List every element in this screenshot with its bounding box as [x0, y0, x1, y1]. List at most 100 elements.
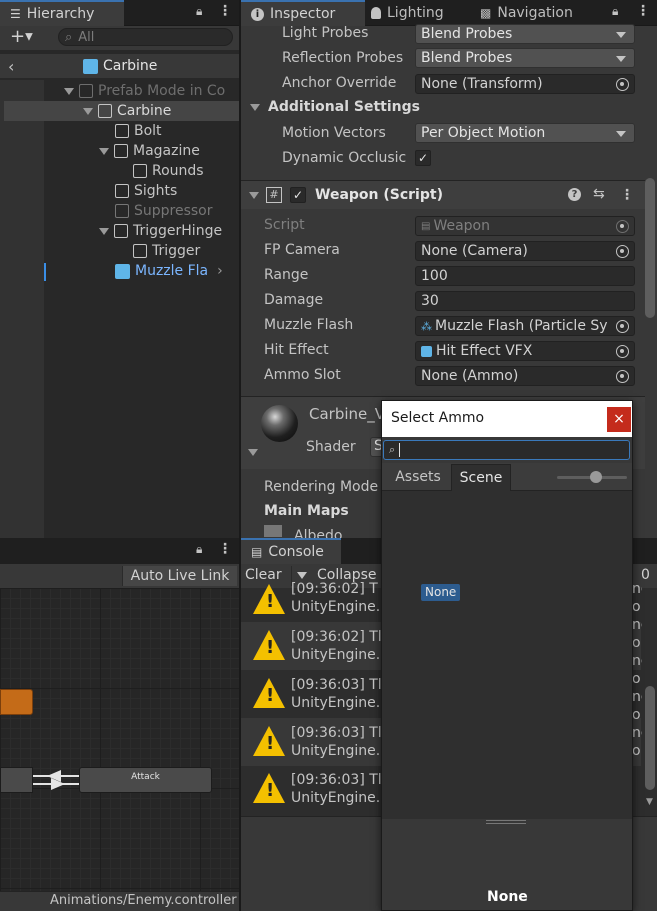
tab-console-label: Console — [268, 544, 324, 560]
fp-camera-field[interactable]: None (Camera) — [415, 241, 635, 261]
tab-navigation[interactable]: ▩ Navigation — [480, 0, 573, 26]
motion-vectors-label: Motion Vectors — [282, 125, 386, 141]
log-detail: UnityEngine. — [291, 743, 381, 759]
none-item[interactable]: None — [421, 584, 461, 601]
hit-effect-field[interactable]: Hit Effect VFX — [415, 341, 635, 361]
list-item[interactable]: Prefab Mode in Co — [64, 81, 225, 101]
tab-scene-label: Scene — [459, 470, 503, 486]
dynamic-occlusion-checkbox[interactable]: ✓ — [415, 150, 431, 166]
object-picker-icon[interactable] — [616, 345, 629, 358]
tab-scene[interactable]: Scene — [451, 464, 511, 491]
additional-settings-header[interactable]: Additional Settings — [250, 99, 420, 115]
log-fragment: nc — [632, 617, 642, 633]
lock-icon[interactable]: 🔒︎ — [612, 4, 618, 19]
clear-button[interactable]: Clear — [245, 567, 282, 583]
list-item[interactable]: Bolt — [115, 121, 162, 141]
preset-icon[interactable]: ⇆ — [593, 186, 605, 202]
tab-inspector[interactable]: i Inspector — [241, 0, 365, 26]
light-probes-dropdown[interactable]: Blend Probes — [415, 24, 635, 44]
more-menu-icon[interactable]: ⋮ — [218, 3, 232, 19]
lock-icon[interactable]: 🔒︎ — [196, 4, 202, 19]
tab-lighting-label: Lighting — [387, 5, 444, 21]
expand-icon — [250, 103, 260, 111]
error-count-badge[interactable]: 0 — [641, 567, 650, 583]
log-entry[interactable]: [09:36:03] Tl UnityEngine. — [291, 724, 382, 760]
list-item[interactable]: Magazine — [99, 141, 200, 161]
damage-input[interactable]: 30 — [415, 291, 635, 311]
entry-state-node[interactable] — [0, 689, 33, 715]
material-name: Carbine_V — [309, 405, 386, 423]
ammo-slot-field[interactable]: None (Ammo) — [415, 366, 635, 386]
controller-path: Animations/Enemy.controller — [50, 893, 237, 908]
gameobject-icon — [133, 164, 147, 178]
auto-live-link-button[interactable]: Auto Live Link — [122, 566, 237, 586]
more-menu-icon[interactable]: ⋮ — [636, 3, 650, 19]
object-picker-icon[interactable] — [616, 245, 629, 258]
anchor-override-field[interactable]: None (Transform) — [415, 74, 635, 94]
close-button[interactable]: × — [607, 407, 631, 432]
expand-icon[interactable] — [249, 192, 259, 199]
chevron-down-icon: ▼ — [25, 31, 33, 43]
log-time: [09:36:02] Tl — [291, 629, 382, 645]
scroll-down-icon[interactable]: ▼ — [646, 797, 653, 807]
object-picker-icon[interactable] — [616, 320, 629, 333]
list-item[interactable]: TriggerHinge — [99, 221, 222, 241]
component-menu-icon[interactable]: ⋮ — [620, 187, 634, 203]
log-entry[interactable]: [09:36:02] T UnityEngine. — [291, 580, 380, 616]
console-scrollbar[interactable] — [645, 686, 655, 790]
back-icon[interactable]: ‹ — [8, 57, 14, 76]
list-item-label: Suppressor — [134, 203, 213, 219]
tab-console[interactable]: ▤ Console — [241, 538, 341, 564]
list-item-label: TriggerHinge — [133, 223, 223, 239]
list-icon: ☰ — [10, 7, 21, 21]
log-time: [09:36:03] Tl — [291, 677, 382, 693]
object-picker-icon[interactable] — [616, 78, 629, 91]
fp-camera-label: FP Camera — [264, 242, 340, 258]
inspector-scrollbar[interactable] — [645, 178, 655, 318]
list-item-label: Magazine — [133, 143, 200, 159]
object-picker-icon — [616, 220, 629, 233]
state-node-attack[interactable]: Attack — [79, 767, 212, 793]
select-ammo-search-input[interactable]: ⌕ — [383, 440, 630, 460]
expand-icon[interactable] — [83, 107, 93, 115]
state-node[interactable] — [0, 767, 33, 793]
tab-assets[interactable]: Assets — [386, 464, 450, 490]
tab-lighting[interactable]: Lighting — [371, 0, 444, 26]
tab-assets-label: Assets — [395, 469, 441, 485]
slider-handle[interactable] — [590, 471, 602, 483]
list-item[interactable]: Rounds — [133, 161, 204, 181]
add-button[interactable]: +▼ — [10, 26, 33, 47]
motion-vectors-dropdown[interactable]: Per Object Motion — [415, 123, 635, 143]
gameobject-icon — [115, 204, 129, 218]
transition-arrows[interactable] — [33, 769, 79, 791]
dynamic-occlusion-label: Dynamic Occlusic — [282, 150, 407, 166]
lock-icon[interactable]: 🔒︎ — [196, 542, 202, 557]
list-item[interactable]: Trigger — [133, 241, 200, 261]
log-entry[interactable]: [09:36:02] Tl UnityEngine. — [291, 628, 382, 664]
object-picker-icon[interactable] — [616, 370, 629, 383]
resize-handle[interactable] — [486, 820, 526, 824]
log-entry[interactable]: [09:36:03] Tl UnityEngine. — [291, 676, 382, 712]
breadcrumb-title[interactable]: Carbine — [103, 58, 157, 74]
expand-icon[interactable] — [64, 87, 74, 95]
list-item[interactable]: Suppressor — [115, 201, 213, 221]
component-enabled-checkbox[interactable]: ✓ — [290, 187, 306, 203]
list-item-selected[interactable]: Carbine — [4, 101, 239, 121]
help-icon[interactable]: ? — [568, 188, 581, 201]
muzzle-flash-field[interactable]: ⁂ Muzzle Flash (Particle Sy — [415, 316, 635, 336]
more-menu-icon[interactable]: ⋮ — [218, 541, 232, 557]
tab-hierarchy[interactable]: ☰ Hierarchy — [0, 0, 124, 26]
range-input[interactable]: 100 — [415, 266, 635, 286]
prefab-icon — [115, 263, 130, 279]
chevron-right-icon[interactable]: › — [217, 263, 223, 279]
expand-icon[interactable] — [99, 147, 109, 155]
search-input[interactable]: ⌕ All — [58, 28, 233, 46]
expand-icon[interactable] — [99, 227, 109, 235]
log-entry[interactable]: [09:36:03] Tl UnityEngine. — [291, 771, 382, 807]
list-item[interactable]: Muzzle Fla › — [115, 261, 223, 281]
main-maps-label: Main Maps — [264, 503, 349, 519]
reflection-probes-dropdown[interactable]: Blend Probes — [415, 48, 635, 68]
expand-icon[interactable] — [248, 449, 258, 456]
list-item[interactable]: Sights — [115, 181, 177, 201]
albedo-texture-icon[interactable] — [264, 525, 282, 537]
